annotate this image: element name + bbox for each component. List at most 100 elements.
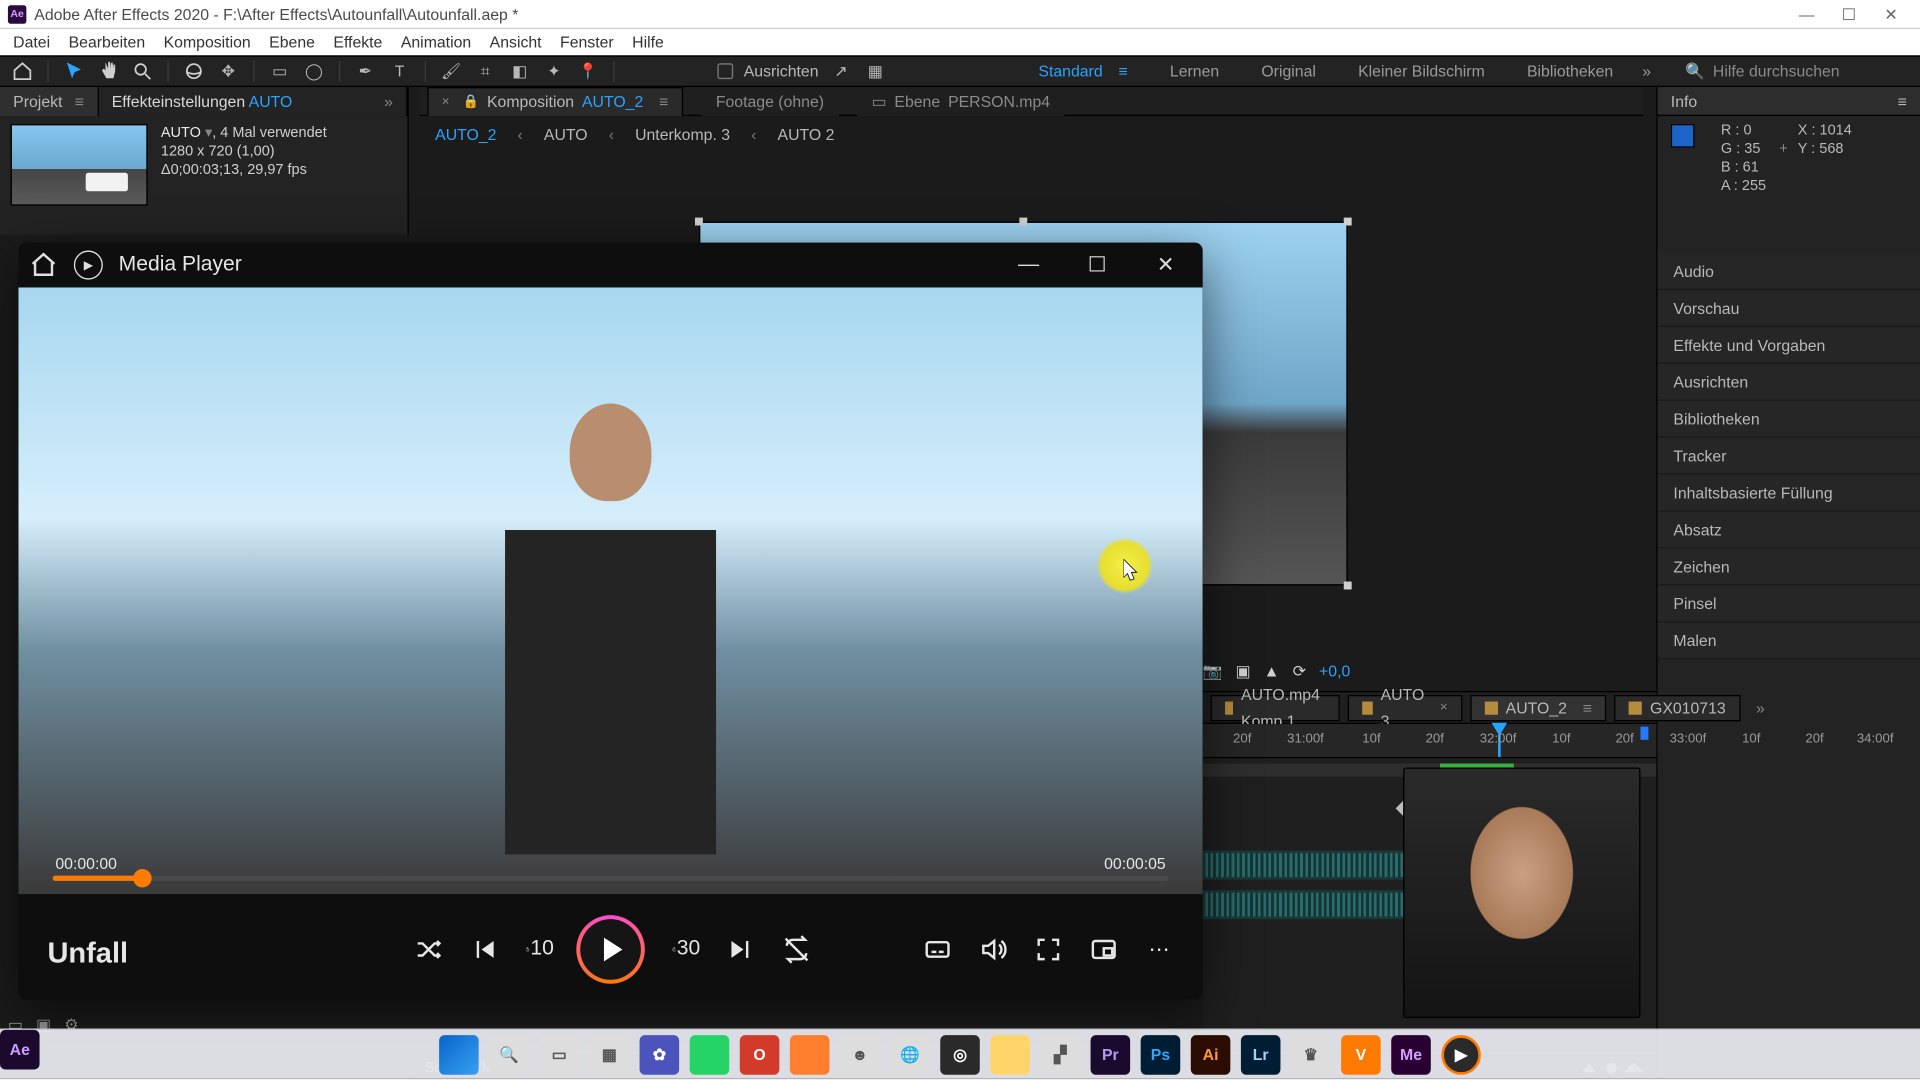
eraser-tool-icon[interactable]: ◧ (508, 59, 532, 83)
selection-tool-icon[interactable] (62, 59, 86, 83)
workspace-lernen[interactable]: Lernen (1170, 62, 1219, 80)
window-maximize-icon[interactable]: ☐ (1071, 247, 1124, 284)
breadcrumb-item[interactable]: AUTO (544, 125, 588, 143)
orbit-tool-icon[interactable] (182, 59, 206, 83)
window-minimize-icon[interactable]: — (1002, 247, 1055, 284)
taskbar-app-v[interactable]: V (1341, 1035, 1381, 1075)
taskbar-photoshop[interactable]: Ps (1141, 1035, 1181, 1075)
info-panel-header[interactable]: Info≡ (1658, 87, 1920, 116)
taskbar-app-crown[interactable]: ♛ (1291, 1035, 1331, 1075)
video-area[interactable] (18, 287, 1202, 894)
breadcrumb-item[interactable]: AUTO 2 (778, 125, 835, 143)
repeat-icon[interactable] (782, 935, 811, 964)
shuffle-icon[interactable] (414, 935, 443, 964)
timeline-tab[interactable]: AUTO.mp4 Komp 1 (1211, 694, 1340, 720)
menu-fenster[interactable]: Fenster (560, 33, 614, 51)
panel-vorschau[interactable]: Vorschau (1658, 290, 1920, 327)
workspace-menu-icon[interactable]: ≡ (1118, 62, 1127, 80)
taskbar-illustrator[interactable]: Ai (1191, 1035, 1231, 1075)
skip-forward-icon[interactable]: 30 (671, 935, 700, 964)
mini-player-icon[interactable] (1089, 935, 1118, 964)
taskbar-obs[interactable]: ◎ (940, 1035, 980, 1075)
timeline-tab[interactable]: AUTO 3× (1347, 694, 1462, 720)
snap-grid-icon[interactable]: ▦ (863, 59, 887, 83)
media-player-titlebar[interactable]: ▶ Media Player — ☐ ✕ (18, 243, 1202, 288)
tool-bar[interactable]: ✥ ▭ ◯ ✒ T 🖌 ⌗ ◧ ✦ 📍 Ausrichten ↗ ▦ Stand… (0, 55, 1920, 87)
menu-bearbeiten[interactable]: Bearbeiten (69, 33, 146, 51)
taskbar-search[interactable]: 🔍 (489, 1035, 529, 1075)
timeline-tab-row[interactable]: AUTO.mp4 Komp 1 AUTO 3× AUTO_2≡ GX010713… (1203, 692, 1657, 724)
tab-composition[interactable]: × 🔒 Komposition AUTO_2 ≡ (427, 86, 683, 115)
project-panel[interactable]: Projekt ≡ Effekteinstellungen AUTO » AUT… (0, 87, 409, 235)
overflow-icon[interactable]: » (384, 86, 393, 115)
overflow-icon[interactable]: » (1756, 698, 1765, 716)
menu-animation[interactable]: Animation (401, 33, 471, 51)
viewer-footer-icons[interactable]: 📷 ▣ ▲ ⟳ +0,0 (1203, 662, 1351, 680)
taskbar-start[interactable] (439, 1035, 479, 1075)
panel-audio[interactable]: Audio (1658, 253, 1920, 290)
align-checkbox[interactable] (717, 63, 733, 79)
tab-close-icon[interactable]: × (442, 94, 450, 109)
taskbar-whatsapp[interactable] (690, 1035, 730, 1075)
window-titlebar[interactable]: Ae Adobe After Effects 2020 - F:\After E… (0, 0, 1920, 29)
workspace-overflow-icon[interactable]: » (1642, 62, 1651, 80)
volume-icon[interactable] (978, 935, 1007, 964)
breadcrumb-item[interactable]: AUTO_2 (435, 125, 496, 143)
snap-icon[interactable]: ↗ (829, 59, 853, 83)
panel-menu-icon[interactable]: ≡ (659, 92, 668, 110)
play-button[interactable] (580, 919, 641, 980)
panel-effekte[interactable]: Effekte und Vorgaben (1658, 327, 1920, 364)
timeline-tab[interactable]: GX010713 (1614, 694, 1740, 720)
next-track-icon[interactable] (727, 935, 756, 964)
play-queue-icon[interactable]: ▶ (74, 251, 103, 280)
taskbar-lightroom[interactable]: Lr (1241, 1035, 1281, 1075)
panel-menu-icon[interactable]: ≡ (1583, 694, 1592, 720)
effect-controls-tab[interactable]: Effekteinstellungen AUTO » (99, 86, 408, 115)
seek-thumb[interactable] (133, 869, 151, 887)
help-search[interactable]: 🔍 Hilfe durchsuchen (1685, 62, 1909, 80)
roto-tool-icon[interactable]: ✦ (542, 59, 566, 83)
menu-komposition[interactable]: Komposition (164, 33, 251, 51)
timeline-tab-active[interactable]: AUTO_2≡ (1470, 694, 1606, 720)
adjust-icon[interactable]: ▲ (1264, 662, 1280, 680)
menu-hilfe[interactable]: Hilfe (632, 33, 664, 51)
pen-tool-icon[interactable]: ✒ (353, 59, 377, 83)
taskbar-widgets[interactable]: ▦ (589, 1035, 629, 1075)
panel-ausrichten[interactable]: Ausrichten (1658, 364, 1920, 401)
panel-pinsel[interactable]: Pinsel (1658, 586, 1920, 623)
shape-tool-icon[interactable]: ◯ (302, 59, 326, 83)
panel-tracker[interactable]: Tracker (1658, 438, 1920, 475)
comp-breadcrumb[interactable]: AUTO_2‹ AUTO‹ Unterkomp. 3‹ AUTO 2 (435, 121, 834, 147)
media-player-window[interactable]: ▶ Media Player — ☐ ✕ 00:00:00 00:00:05 U… (18, 243, 1202, 1000)
workspace-standard[interactable]: Standard (1038, 62, 1102, 80)
taskbar-premiere[interactable]: Pr (1091, 1035, 1131, 1075)
lock-icon[interactable]: 🔒 (463, 94, 479, 109)
window-minimize-icon[interactable]: — (1786, 2, 1828, 26)
taskbar-app-person[interactable]: ☻ (840, 1035, 880, 1075)
menu-bar[interactable]: Datei Bearbeiten Komposition Ebene Effek… (0, 29, 1920, 55)
home-icon[interactable] (29, 251, 58, 280)
panel-menu-icon[interactable]: ≡ (1898, 87, 1907, 115)
tab-layer[interactable]: ▭ Ebene PERSON.mp4 (857, 86, 1065, 115)
seek-bar[interactable] (53, 876, 1169, 881)
workspace-bibliotheken[interactable]: Bibliotheken (1527, 62, 1613, 80)
menu-ebene[interactable]: Ebene (269, 33, 315, 51)
workspace-original[interactable]: Original (1261, 62, 1316, 80)
taskbar-opera[interactable]: O (740, 1035, 780, 1075)
taskbar-firefox[interactable] (790, 1035, 830, 1075)
window-close-icon[interactable]: ✕ (1870, 2, 1912, 26)
rect-tool-icon[interactable]: ▭ (268, 59, 292, 83)
panel-zeichen[interactable]: Zeichen (1658, 549, 1920, 586)
fullscreen-icon[interactable] (1034, 935, 1063, 964)
window-maximize-icon[interactable]: ☐ (1828, 2, 1870, 26)
taskbar-after-effects[interactable]: Ae (0, 1030, 40, 1070)
taskbar-explorer[interactable] (990, 1035, 1030, 1075)
pan-behind-tool-icon[interactable]: ✥ (216, 59, 240, 83)
taskbar-task-view[interactable]: ▭ (539, 1035, 579, 1075)
refresh-icon[interactable]: ⟳ (1293, 662, 1306, 680)
menu-ansicht[interactable]: Ansicht (490, 33, 542, 51)
puppet-tool-icon[interactable]: 📍 (576, 59, 600, 83)
taskbar-teams[interactable]: ✿ (640, 1035, 680, 1075)
prev-track-icon[interactable] (469, 935, 498, 964)
windows-taskbar[interactable]: 🔍▭▦✿O☻🌐◎Ae▞PrPsAiLr♛VMe▶ (0, 1029, 1920, 1079)
